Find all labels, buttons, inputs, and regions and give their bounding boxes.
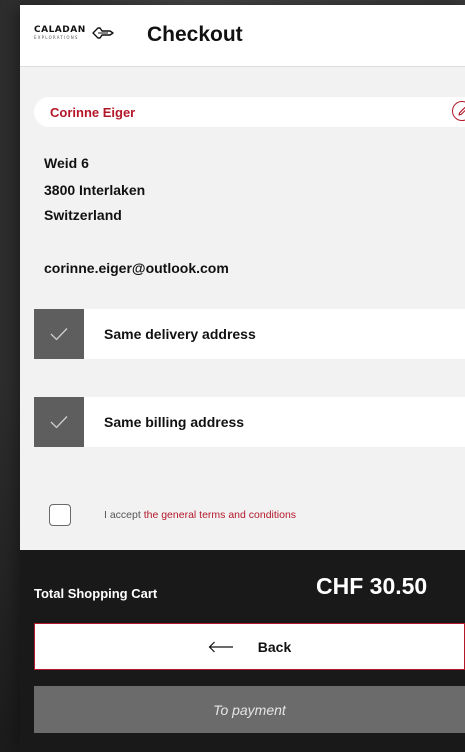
checkmark-icon xyxy=(50,328,68,341)
total-amount: CHF 30.50 xyxy=(316,573,428,599)
brand-subtitle: EXPLORATIONS xyxy=(34,35,79,40)
customer-email: corinne.eiger@outlook.com xyxy=(44,260,229,276)
customer-name-field: Corinne Eiger xyxy=(34,97,465,127)
address-city: 3800 Interlaken xyxy=(44,182,146,198)
pencil-icon xyxy=(457,106,465,116)
address-street: Weid 6 xyxy=(44,155,89,171)
terms-label: I accept the general terms and condition… xyxy=(104,509,296,521)
to-payment-label: To payment xyxy=(213,701,286,718)
brand-logo[interactable]: CALADAN EXPLORATIONS xyxy=(34,25,114,41)
same-billing-label: Same billing address xyxy=(104,414,245,430)
spaceship-icon xyxy=(92,27,114,39)
same-billing-option[interactable]: Same billing address xyxy=(34,397,465,447)
address-country: Switzerland xyxy=(44,207,122,223)
checkmark-icon xyxy=(50,416,68,429)
brand-name: CALADAN xyxy=(34,25,86,35)
page-title: Checkout xyxy=(147,23,243,46)
same-delivery-label: Same delivery address xyxy=(104,326,256,342)
brand-wordmark: CALADAN EXPLORATIONS xyxy=(34,25,86,41)
edit-customer-button[interactable] xyxy=(452,101,465,121)
cart-footer: Total Shopping Cart CHF 30.50 Back To pa… xyxy=(20,550,465,752)
arrow-left-icon xyxy=(208,641,233,652)
terms-link[interactable]: the general terms and conditions xyxy=(144,509,296,521)
back-button-label: Back xyxy=(257,638,292,655)
terms-checkbox[interactable] xyxy=(49,504,71,526)
same-delivery-checkbox[interactable] xyxy=(34,309,84,359)
header-bar: CALADAN EXPLORATIONS Checkout xyxy=(20,5,465,67)
to-payment-button[interactable]: To payment xyxy=(34,686,465,733)
total-label: Total Shopping Cart xyxy=(34,586,158,601)
terms-prefix: I accept xyxy=(104,509,141,521)
checkout-panel: CALADAN EXPLORATIONS Checkout Corinne Ei… xyxy=(20,5,465,752)
back-button[interactable]: Back xyxy=(34,623,465,670)
same-billing-checkbox[interactable] xyxy=(34,397,84,447)
customer-name: Corinne Eiger xyxy=(50,105,136,120)
same-delivery-option[interactable]: Same delivery address xyxy=(34,309,465,359)
